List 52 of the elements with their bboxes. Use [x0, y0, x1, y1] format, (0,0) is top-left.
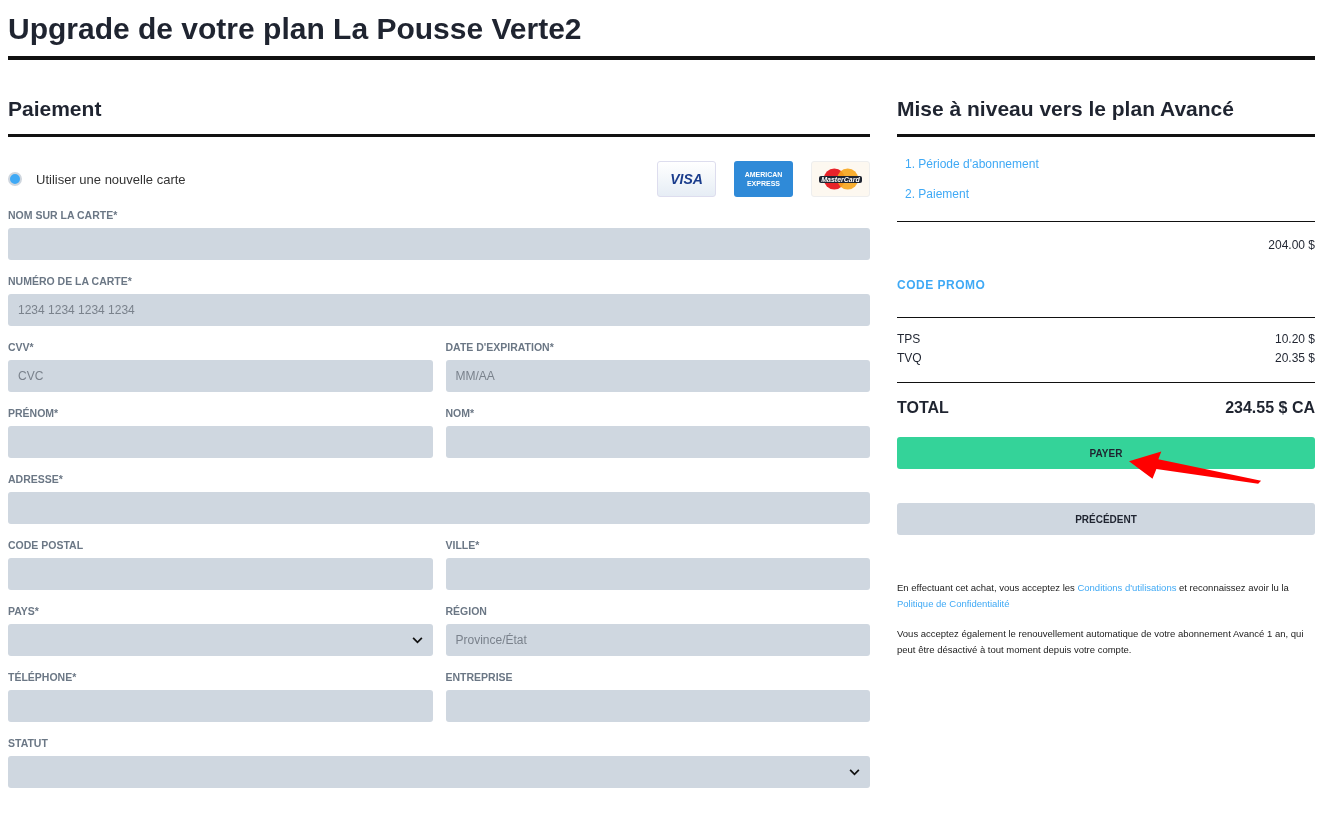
input-field[interactable] — [8, 558, 433, 590]
field-label: NOM SUR LA CARTE* — [8, 209, 119, 222]
field-label: NOM* — [445, 407, 476, 420]
input-field[interactable] — [445, 426, 870, 458]
field-label: TÉLÉPHONE* — [8, 671, 78, 684]
field-label: PRÉNOM* — [8, 407, 60, 420]
input-field[interactable] — [445, 690, 870, 722]
input-field[interactable] — [445, 558, 870, 590]
select-field[interactable] — [8, 624, 433, 656]
pay-button[interactable]: PAYER — [897, 437, 1315, 469]
terms-text: En effectuant cet achat, vous acceptez les Conditions d'utilisations et reconnaissez avoir lu la Politique de Confidentialité — [897, 581, 1290, 611]
select-field[interactable] — [8, 756, 870, 788]
field-label: CODE POSTAL — [8, 539, 85, 552]
page-title: Upgrade de votre plan La Pousse Verte2 — [8, 8, 1315, 60]
section-heading: Mise à niveau vers le plan Avancé — [897, 96, 1315, 137]
tax-name: TVQ — [897, 351, 922, 365]
back-button[interactable]: PRÉCÉDENT — [897, 503, 1315, 535]
tax-name: TPS — [897, 332, 921, 346]
total-label: TOTAL — [897, 399, 949, 417]
radio-button[interactable] — [8, 172, 22, 186]
field-label: VILLE* — [445, 539, 481, 552]
card-logo: VISA — [657, 161, 716, 197]
field-label: ADRESSE* — [8, 473, 64, 486]
input-field[interactable]: Province/État — [445, 624, 870, 656]
input-field[interactable]: 1234 1234 1234 1234 — [8, 294, 870, 326]
field-label: NUMÉRO DE LA CARTE* — [8, 275, 133, 288]
input-field[interactable]: CVC — [8, 360, 433, 392]
field-label: DATE D'EXPIRATION* — [445, 341, 555, 354]
chevron-down-icon — [849, 768, 860, 776]
tax-amount: 20.35 $ — [1274, 351, 1315, 365]
promo-code-link[interactable]: CODE PROMO — [897, 278, 1315, 292]
input-field[interactable] — [8, 228, 870, 260]
input-field[interactable]: MM/AA — [445, 360, 870, 392]
step-link[interactable]: 1. Période d'abonnement — [905, 157, 1307, 171]
total-amount: 234.55 $ CA — [1225, 399, 1315, 417]
field-label: CVV* — [8, 341, 35, 354]
step-link[interactable]: 2. Paiement — [905, 187, 1307, 201]
field-label: RÉGION — [445, 605, 488, 618]
field-label: PAYS* — [8, 605, 40, 618]
section-heading: Paiement — [8, 96, 870, 137]
chevron-down-icon — [411, 636, 423, 644]
tax-amount: 10.20 $ — [1274, 332, 1315, 346]
input-field[interactable] — [8, 690, 433, 722]
subtotal-amount: 204.00 $ — [1268, 238, 1315, 252]
privacy-link[interactable]: Politique de Confidentialité — [897, 598, 1010, 609]
input-field[interactable] — [8, 492, 870, 524]
terms-link[interactable]: Conditions d'utilisations — [1077, 582, 1177, 593]
field-label: STATUT — [8, 737, 49, 750]
radio-label: Utiliser une nouvelle carte — [36, 171, 186, 187]
field-label: ENTREPRISE — [445, 671, 514, 684]
input-field[interactable] — [8, 426, 433, 458]
renewal-text: Vous acceptez également le renouvellement automatique de votre abonnement Avancé 1 an, qui peut être désactivé à tout moment depuis votre compte. — [897, 627, 1305, 657]
